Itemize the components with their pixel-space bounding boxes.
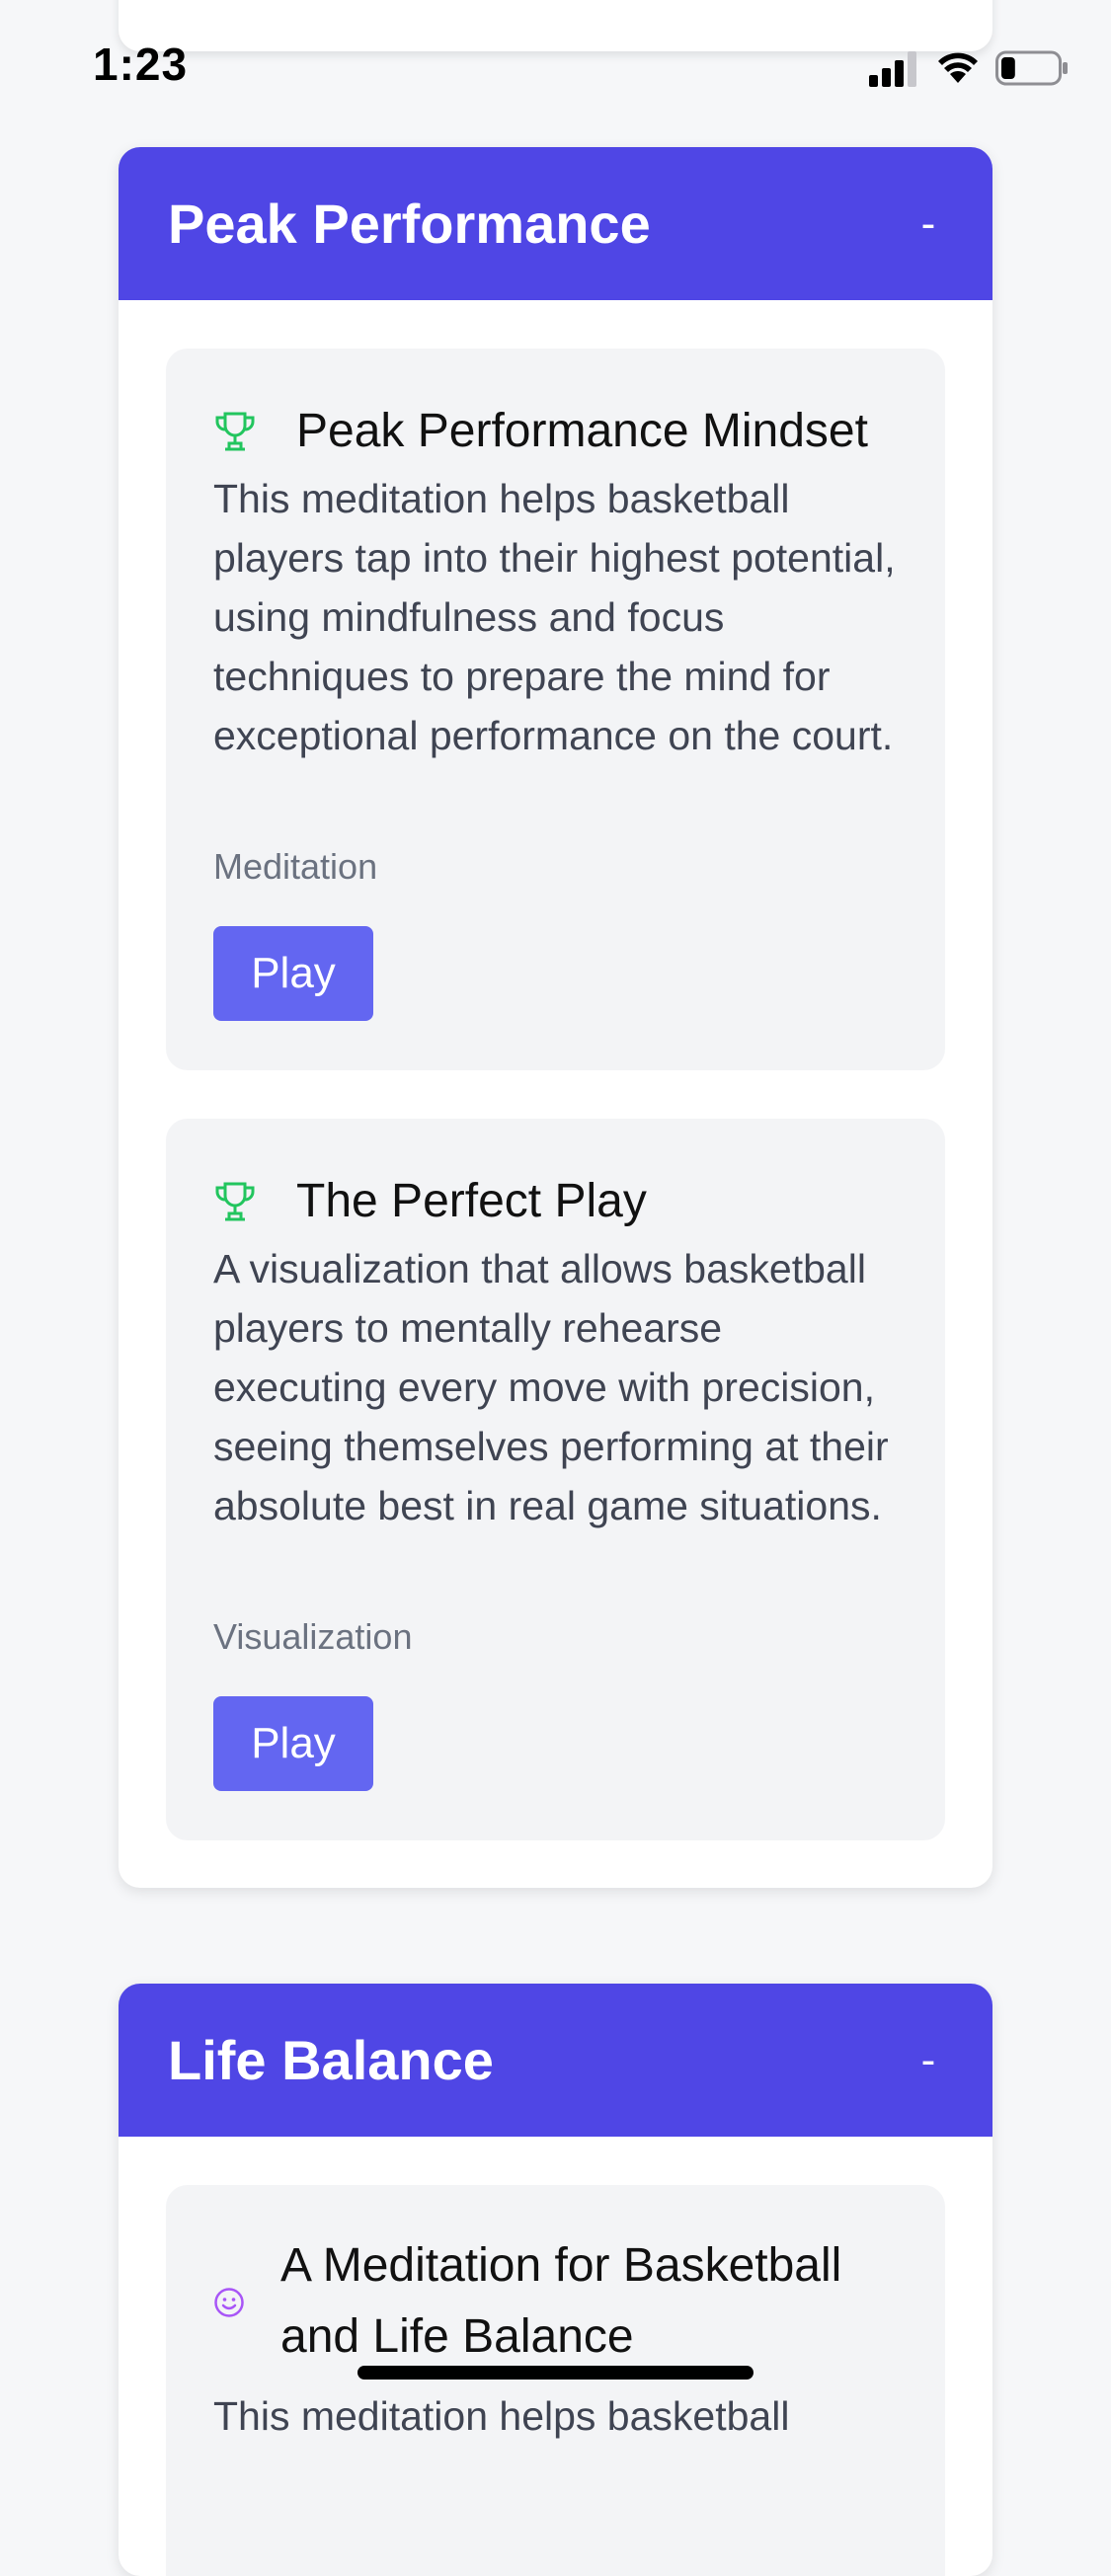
cellular-signal-icon: [869, 51, 916, 87]
card-description: A visualization that allows basketball p…: [213, 1246, 889, 1528]
play-button[interactable]: Play: [213, 926, 373, 1021]
card-header: The Perfect Play: [213, 1174, 647, 1228]
collapse-toggle[interactable]: -: [913, 199, 943, 249]
card-description: This meditation helps basketball players…: [213, 476, 896, 758]
trophy-icon: [215, 412, 255, 450]
home-indicator[interactable]: [357, 2366, 754, 2380]
card-category: Meditation: [213, 846, 378, 887]
card-title: A Meditation for Basketball and Life Bal…: [280, 2239, 842, 2363]
status-bar: 1:23: [0, 0, 1111, 138]
section-life-balance: Life Balance - A Meditation for Basketba…: [119, 1984, 992, 2576]
collapse-toggle[interactable]: -: [913, 2036, 943, 2085]
card-description: This meditation helps basketball: [213, 2393, 790, 2439]
trophy-icon: [215, 1182, 255, 1220]
section-title: Peak Performance: [168, 193, 651, 255]
battery-icon: [995, 50, 1068, 86]
card-header: Peak Performance Mindset: [213, 404, 868, 458]
smile-icon: [214, 2288, 244, 2317]
section-title: Life Balance: [168, 2029, 494, 2091]
card-title: The Perfect Play: [296, 1175, 647, 1227]
section-header[interactable]: Peak Performance -: [119, 147, 992, 300]
section-peak-performance: Peak Performance - Peak Performance Mind…: [119, 147, 992, 1888]
card-title: Peak Performance Mindset: [296, 405, 868, 457]
wifi-icon: [938, 52, 978, 83]
meditation-card: Peak Performance Mindset This meditation…: [166, 349, 945, 1070]
meditation-card: The Perfect Play A visualization that al…: [166, 1119, 945, 1840]
status-time: 1:23: [93, 39, 189, 90]
meditation-card: A Meditation for Basketball and Life Bal…: [166, 2185, 945, 2576]
play-button[interactable]: Play: [213, 1696, 373, 1791]
card-category: Visualization: [213, 1616, 413, 1657]
section-header[interactable]: Life Balance -: [119, 1984, 992, 2137]
